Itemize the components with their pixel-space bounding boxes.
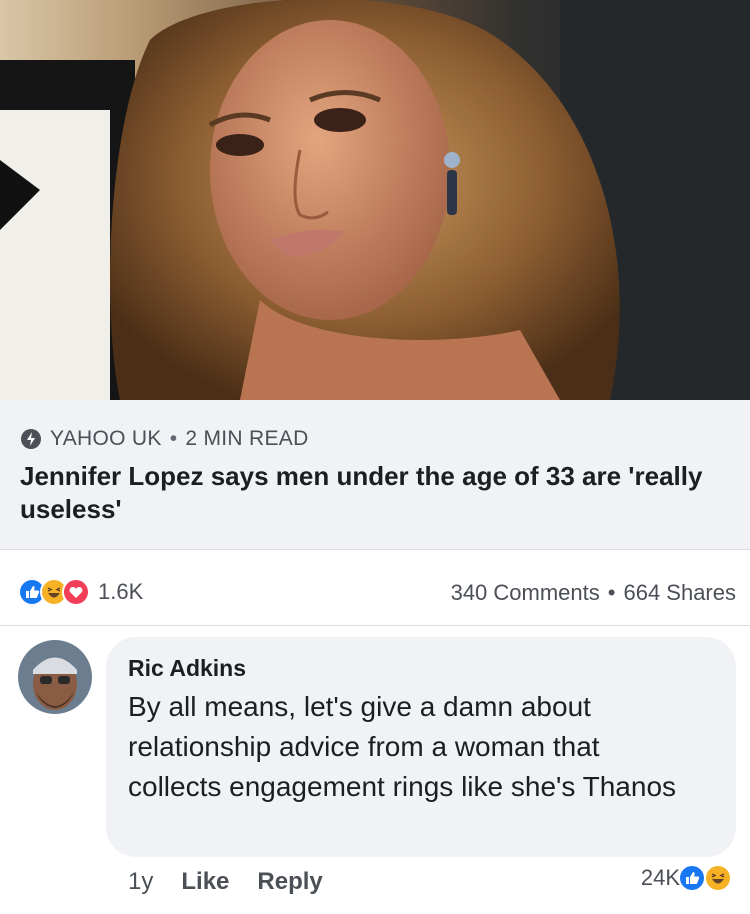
shares-count[interactable]: 664 Shares [623,580,736,606]
yahoo-source-icon [20,428,42,450]
separator-dot: • [169,427,178,450]
portrait-illustration [0,0,750,400]
link-preview-card[interactable]: YAHOO UK • 2 MIN READ Jennifer Lopez say… [0,400,750,550]
separator-dot: • [607,580,616,605]
reactions-bar: 1.6K 340 Comments • 664 Shares [0,560,750,626]
comment-reaction-count: 24K [640,865,680,890]
reply-button[interactable]: Reply [257,868,322,896]
comment-actions: 1y Like Reply [128,868,323,896]
read-time: 2 MIN READ [185,427,309,450]
like-icon [678,864,706,892]
comment-bubble: Ric Adkins By all means, let's give a da… [106,637,736,857]
avatar[interactable] [18,640,92,714]
engagement-stats: 340 Comments • 664 Shares [451,580,736,606]
article-headline[interactable]: Jennifer Lopez says men under the age of… [20,460,735,526]
comment-text: By all means, let's give a damn about re… [128,691,677,802]
article-source-line: YAHOO UK • 2 MIN READ [20,426,309,452]
reaction-summary[interactable]: 1.6K [18,578,143,606]
comments-count[interactable]: 340 Comments [451,580,600,606]
comment-age[interactable]: 1y [128,868,153,896]
reaction-count: 1.6K [98,579,144,604]
comment-author[interactable]: Ric Adkins [128,655,246,682]
article-photo[interactable] [0,0,750,400]
love-icon [62,578,90,606]
comment-reaction-summary[interactable]: 24K [641,864,732,892]
article-source: YAHOO UK [50,427,162,450]
like-button[interactable]: Like [181,868,229,896]
haha-icon [704,864,732,892]
